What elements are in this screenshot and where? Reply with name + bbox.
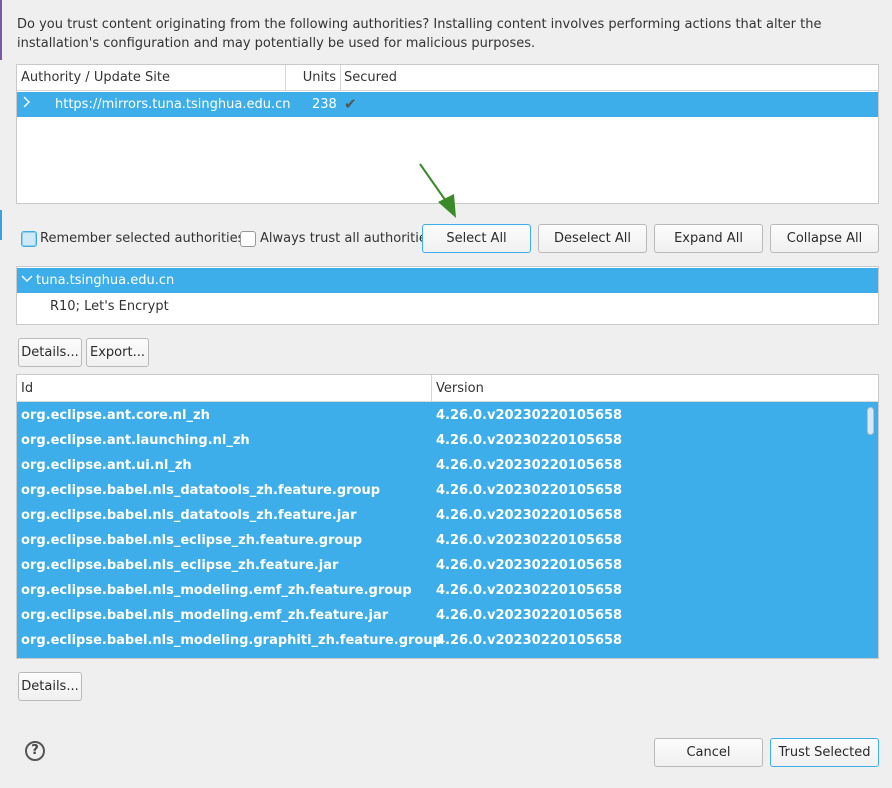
chevron-down-icon[interactable] [21,268,33,293]
unit-version: 4.26.0.v20230220105658 [436,633,623,648]
authority-site: https://mirrors.tuna.tsinghua.edu.cn [55,97,291,112]
unit-version: 4.26.0.v20230220105658 [436,558,623,573]
unit-details-button[interactable]: Details... [18,672,82,701]
collapse-all-button[interactable]: Collapse All [770,224,879,253]
column-secured[interactable]: Secured [344,65,444,91]
unit-id: org.eclipse.babel.nls_eclipse_zh.feature… [21,558,339,573]
column-version[interactable]: Version [436,375,636,402]
table-row[interactable]: org.eclipse.babel.nls_modeling.emf_zh.fe… [17,603,878,628]
deselect-all-button[interactable]: Deselect All [538,224,647,253]
column-units[interactable]: Units [286,65,341,91]
unit-version: 4.26.0.v20230220105658 [436,408,623,423]
unit-id: org.eclipse.ant.launching.nl_zh [21,433,250,448]
export-button[interactable]: Export... [86,338,149,367]
authority-units: 238 [312,97,337,112]
vertical-scrollbar[interactable] [867,407,874,435]
select-all-button[interactable]: Select All [422,224,531,253]
unit-version: 4.26.0.v20230220105658 [436,608,623,623]
table-row[interactable]: org.eclipse.babel.nls_modeling.emf_zh.fe… [17,578,878,603]
authority-row[interactable]: https://mirrors.tuna.tsinghua.edu.cn 238… [17,92,878,117]
certificate-tree[interactable]: tuna.tsinghua.edu.cn R10; Let's Encrypt [16,266,879,325]
unit-id: org.eclipse.babel.nls_modeling.graphiti_… [21,633,442,648]
table-row[interactable]: org.eclipse.babel.nls_eclipse_zh.feature… [17,553,878,578]
unit-table-header: Id Version [17,375,878,402]
table-row[interactable]: org.eclipse.ant.launching.nl_zh 4.26.0.v2… [17,428,878,453]
intro-text: Do you trust content originating from th… [17,17,822,51]
unit-id: org.eclipse.babel.nls_modeling.emf_zh.fe… [21,608,389,623]
column-id[interactable]: Id [21,375,432,402]
remember-authorities-checkbox[interactable] [21,231,37,247]
always-trust-label[interactable]: Always trust all authoritie [260,230,427,248]
chevron-right-icon[interactable] [23,92,31,117]
unit-version: 4.26.0.v20230220105658 [436,508,623,523]
expand-all-button[interactable]: Expand All [654,224,763,253]
table-row[interactable]: org.eclipse.babel.nls_modeling.graphiti_… [17,628,878,653]
table-row[interactable]: org.eclipse.ant.ui.nl_zh 4.26.0.v20230220… [17,453,878,478]
certificate-root[interactable]: tuna.tsinghua.edu.cn [17,268,878,293]
column-authority[interactable]: Authority / Update Site [21,65,286,91]
help-icon[interactable]: ? [25,741,45,761]
cancel-button[interactable]: Cancel [654,738,763,767]
unit-id: org.eclipse.babel.nls_datatools_zh.featu… [21,508,357,523]
left-edge-accent [0,0,2,60]
table-row[interactable]: org.eclipse.babel.nls_datatools_zh.featu… [17,503,878,528]
check-icon: ✔ [344,95,357,113]
trust-selected-button[interactable]: Trust Selected [770,738,879,767]
unit-id: org.eclipse.babel.nls_eclipse_zh.feature… [21,533,363,548]
certificate-root-label: tuna.tsinghua.edu.cn [36,273,175,288]
authority-table-header: Authority / Update Site Units Secured [17,65,878,91]
unit-id: org.eclipse.ant.ui.nl_zh [21,458,192,473]
table-row[interactable]: org.eclipse.babel.nls_eclipse_zh.feature… [17,528,878,553]
table-row[interactable]: org.eclipse.babel.nls_datatools_zh.featu… [17,478,878,503]
always-trust-checkbox[interactable] [240,231,256,247]
unit-version: 4.26.0.v20230220105658 [436,583,623,598]
unit-table[interactable]: Id Version org.eclipse.ant.core.nl_zh 4.2… [16,374,879,659]
unit-version: 4.26.0.v20230220105658 [436,483,623,498]
certificate-details-button[interactable]: Details... [18,338,82,367]
arrow-annotation-icon [419,163,456,218]
unit-version: 4.26.0.v20230220105658 [436,433,623,448]
left-edge-accent-2 [0,210,2,240]
certificate-child[interactable]: R10; Let's Encrypt [50,294,169,319]
unit-id: org.eclipse.babel.nls_modeling.emf_zh.fe… [21,583,412,598]
unit-version: 4.26.0.v20230220105658 [436,533,623,548]
unit-id: org.eclipse.ant.core.nl_zh [21,408,210,423]
unit-version: 4.26.0.v20230220105658 [436,458,623,473]
unit-id: org.eclipse.babel.nls_datatools_zh.featu… [21,483,381,498]
remember-authorities-label[interactable]: Remember selected authorities [40,230,244,248]
table-row[interactable]: org.eclipse.ant.core.nl_zh 4.26.0.v202302… [17,403,878,428]
